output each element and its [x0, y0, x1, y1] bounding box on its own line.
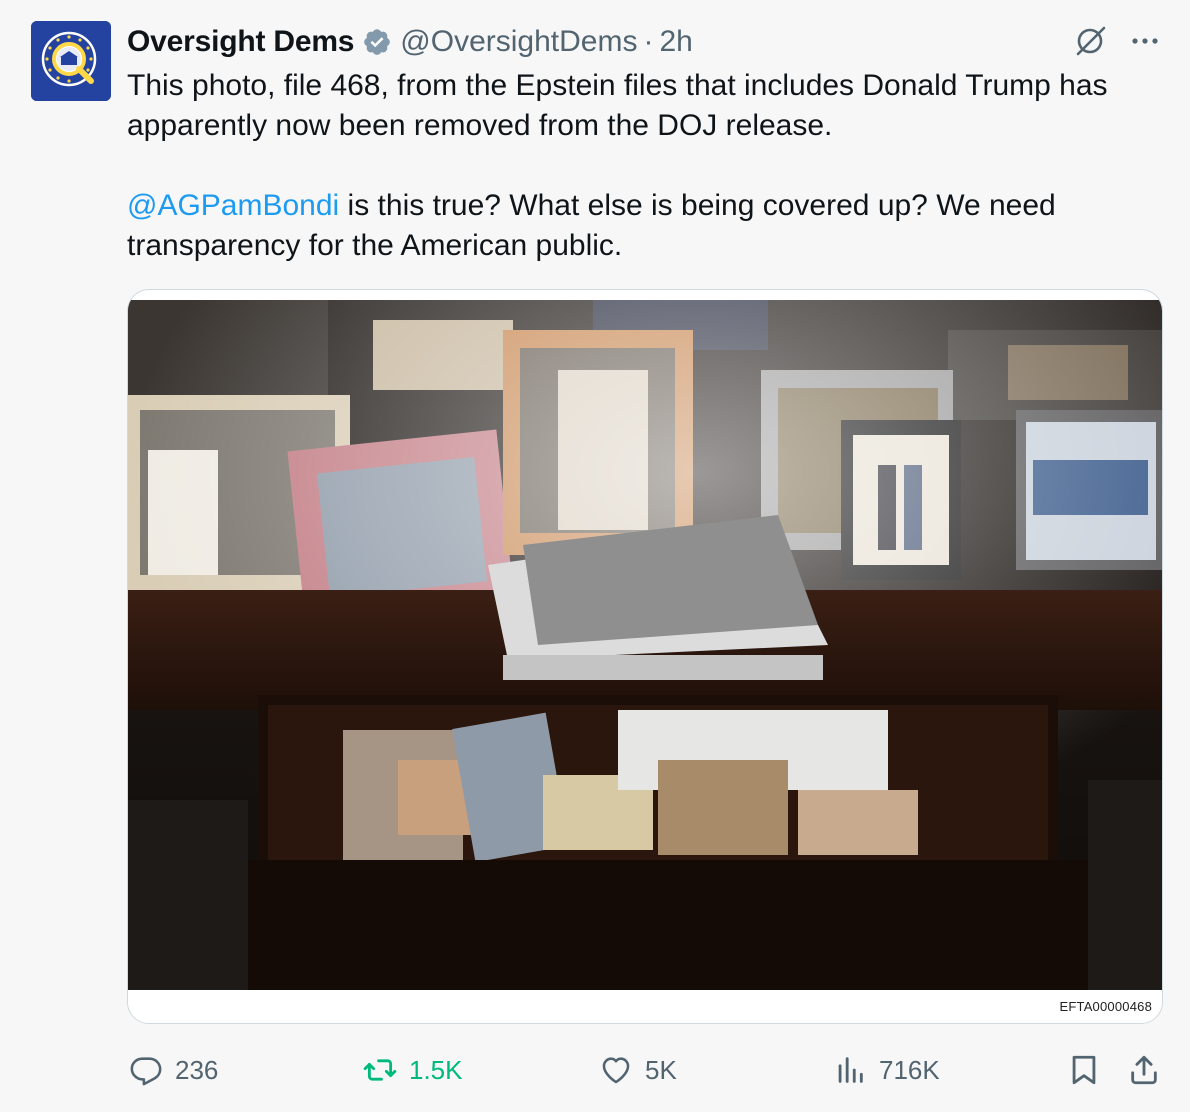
mention-link[interactable]: @AGPamBondi: [127, 189, 339, 222]
attached-photo[interactable]: [128, 300, 1162, 990]
views-icon: [838, 1057, 863, 1083]
media-caption-strip: EFTA00000468: [128, 990, 1162, 1023]
display-name[interactable]: Oversight Dems: [127, 25, 354, 59]
file-code: EFTA00000468: [1059, 999, 1152, 1014]
post-text-paragraph-1: This photo, file 468, from the Epstein f…: [127, 69, 1108, 142]
tweet[interactable]: Oversight Dems @OversightDems · 2h This …: [0, 0, 1190, 1112]
repost-icon: [363, 1059, 397, 1081]
share-button[interactable]: [1127, 1048, 1161, 1092]
post-text-paragraph-2: @AGPamBondi is this true? What else is b…: [127, 186, 1167, 266]
verified-icon: [362, 27, 392, 57]
bookmark-button[interactable]: [1067, 1048, 1101, 1092]
reply-button[interactable]: 236: [129, 1048, 218, 1092]
post-top-actions: [1074, 24, 1160, 58]
repost-button[interactable]: 1.5K: [363, 1048, 463, 1092]
like-button[interactable]: 5K: [599, 1048, 677, 1092]
share-icon: [1131, 1055, 1157, 1085]
like-count: 5K: [645, 1054, 677, 1085]
user-handle[interactable]: @OversightDems: [400, 25, 637, 59]
oversight-logo-icon: [31, 21, 111, 101]
separator-dot: ·: [643, 25, 654, 58]
post-time[interactable]: 2h: [659, 25, 692, 59]
repost-count: 1.5K: [409, 1054, 463, 1085]
post-text: This photo, file 468, from the Epstein f…: [127, 66, 1167, 266]
more-icon[interactable]: [1130, 26, 1160, 56]
reply-count: 236: [175, 1054, 219, 1085]
action-bar: 236 1.5K 5K 716K: [127, 1048, 1163, 1092]
avatar[interactable]: [31, 21, 111, 101]
post-header: Oversight Dems @OversightDems · 2h: [127, 22, 693, 62]
views-count: 716K: [879, 1054, 940, 1085]
like-icon: [602, 1057, 630, 1084]
media-attachment[interactable]: EFTA00000468: [127, 289, 1163, 1024]
grok-icon[interactable]: [1074, 24, 1108, 58]
reply-icon: [130, 1057, 162, 1086]
views-button[interactable]: 716K: [833, 1048, 940, 1092]
bookmark-icon: [1072, 1055, 1096, 1085]
